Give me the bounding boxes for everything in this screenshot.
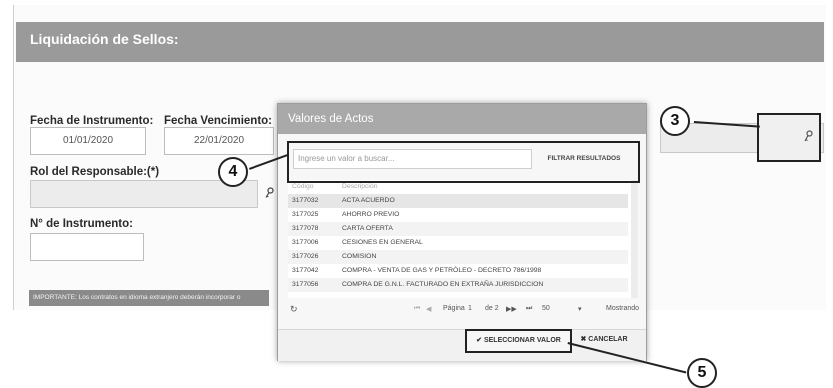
- item-code: 3177026: [292, 253, 319, 260]
- list-item[interactable]: 3177026 COMISION: [288, 250, 628, 264]
- callout-3-badge: 3: [660, 106, 690, 136]
- next-page-icon[interactable]: ▶▶: [506, 305, 517, 313]
- item-code: 3177025: [292, 211, 319, 218]
- item-name: COMPRA - VENTA DE GAS Y PETRÓLEO - DECRE…: [342, 267, 542, 274]
- key-icon: [804, 130, 813, 142]
- callout-4-highlight: [287, 141, 640, 183]
- item-code: 3177042: [292, 267, 319, 274]
- list-item[interactable]: 3177042 COMPRA - VENTA DE GAS Y PETRÓLEO…: [288, 264, 628, 278]
- callout-4-badge: 4: [218, 157, 248, 187]
- fecha-instrumento-field[interactable]: 01/01/2020: [30, 127, 146, 155]
- important-notice: IMPORTANTE: Los contratos en idioma extr…: [29, 290, 269, 306]
- list-item[interactable]: 3177078 CARTA OFERTA: [288, 222, 628, 236]
- numero-instrumento-field[interactable]: [30, 233, 144, 261]
- page-label: Página: [443, 305, 465, 312]
- last-page-icon[interactable]: ⏭: [526, 305, 532, 313]
- item-name: CARTA OFERTA: [342, 225, 393, 232]
- select-value-button[interactable]: ✔ SELECCIONAR VALOR: [465, 329, 572, 353]
- key-icon: [265, 187, 274, 198]
- item-code: 3177078: [292, 225, 319, 232]
- item-code: 3177006: [292, 239, 319, 246]
- item-name: COMISION: [342, 253, 377, 260]
- chevron-down-icon[interactable]: ▾: [578, 305, 582, 313]
- fecha-vencimiento-label: Fecha Vencimiento:: [164, 115, 273, 127]
- list-item[interactable]: 3177056 COMPRA DE G.N.L. FACTURADO EN EX…: [288, 278, 628, 292]
- list-scrollbar[interactable]: [631, 180, 638, 298]
- item-name: COMPRA DE G.N.L. FACTURADO EN EXTRAÑA JU…: [342, 281, 544, 288]
- section-title: Liquidación de Sellos:: [30, 31, 179, 47]
- refresh-icon[interactable]: ↻: [290, 304, 298, 315]
- item-name: CESIONES EN GENERAL: [342, 239, 423, 246]
- item-name: ACTA ACUERDO: [342, 197, 395, 204]
- fecha-vencimiento-field[interactable]: 22/01/2020: [164, 127, 274, 155]
- page-number[interactable]: 1: [468, 305, 472, 312]
- list-item[interactable]: 3177025 AHORRO PREVIO: [288, 208, 628, 222]
- showing-text: Mostrando: [606, 305, 640, 312]
- page-total: de 2: [485, 305, 499, 312]
- valor-acto-search-button[interactable]: [757, 113, 821, 162]
- page-size-select[interactable]: 50: [542, 305, 550, 312]
- pager: ↻ ⏮ ◀ Página 1 de 2 ▶▶ ⏭ 50 ▾ Mostrando: [288, 302, 640, 320]
- modal-title: Valores de Actos: [288, 113, 374, 125]
- prev-page-icon[interactable]: ◀: [426, 305, 431, 313]
- item-code: 3177032: [292, 197, 319, 204]
- item-name: AHORRO PREVIO: [342, 211, 400, 218]
- fecha-instrumento-label: Fecha de Instrumento:: [30, 115, 154, 127]
- list-item[interactable]: 3177032 ACTA ACUERDO: [288, 194, 628, 208]
- item-code: 3177056: [292, 281, 319, 288]
- first-page-icon[interactable]: ⏮: [414, 305, 420, 313]
- list-item[interactable]: 3177006 CESIONES EN GENERAL: [288, 236, 628, 250]
- values-list: Código Descripción 3177032 ACTA ACUERDO …: [288, 180, 633, 298]
- callout-5-badge: 5: [687, 358, 717, 388]
- numero-instrumento-label: N° de Instrumento:: [30, 218, 133, 230]
- rol-responsable-label: Rol del Responsable:(*): [30, 166, 160, 178]
